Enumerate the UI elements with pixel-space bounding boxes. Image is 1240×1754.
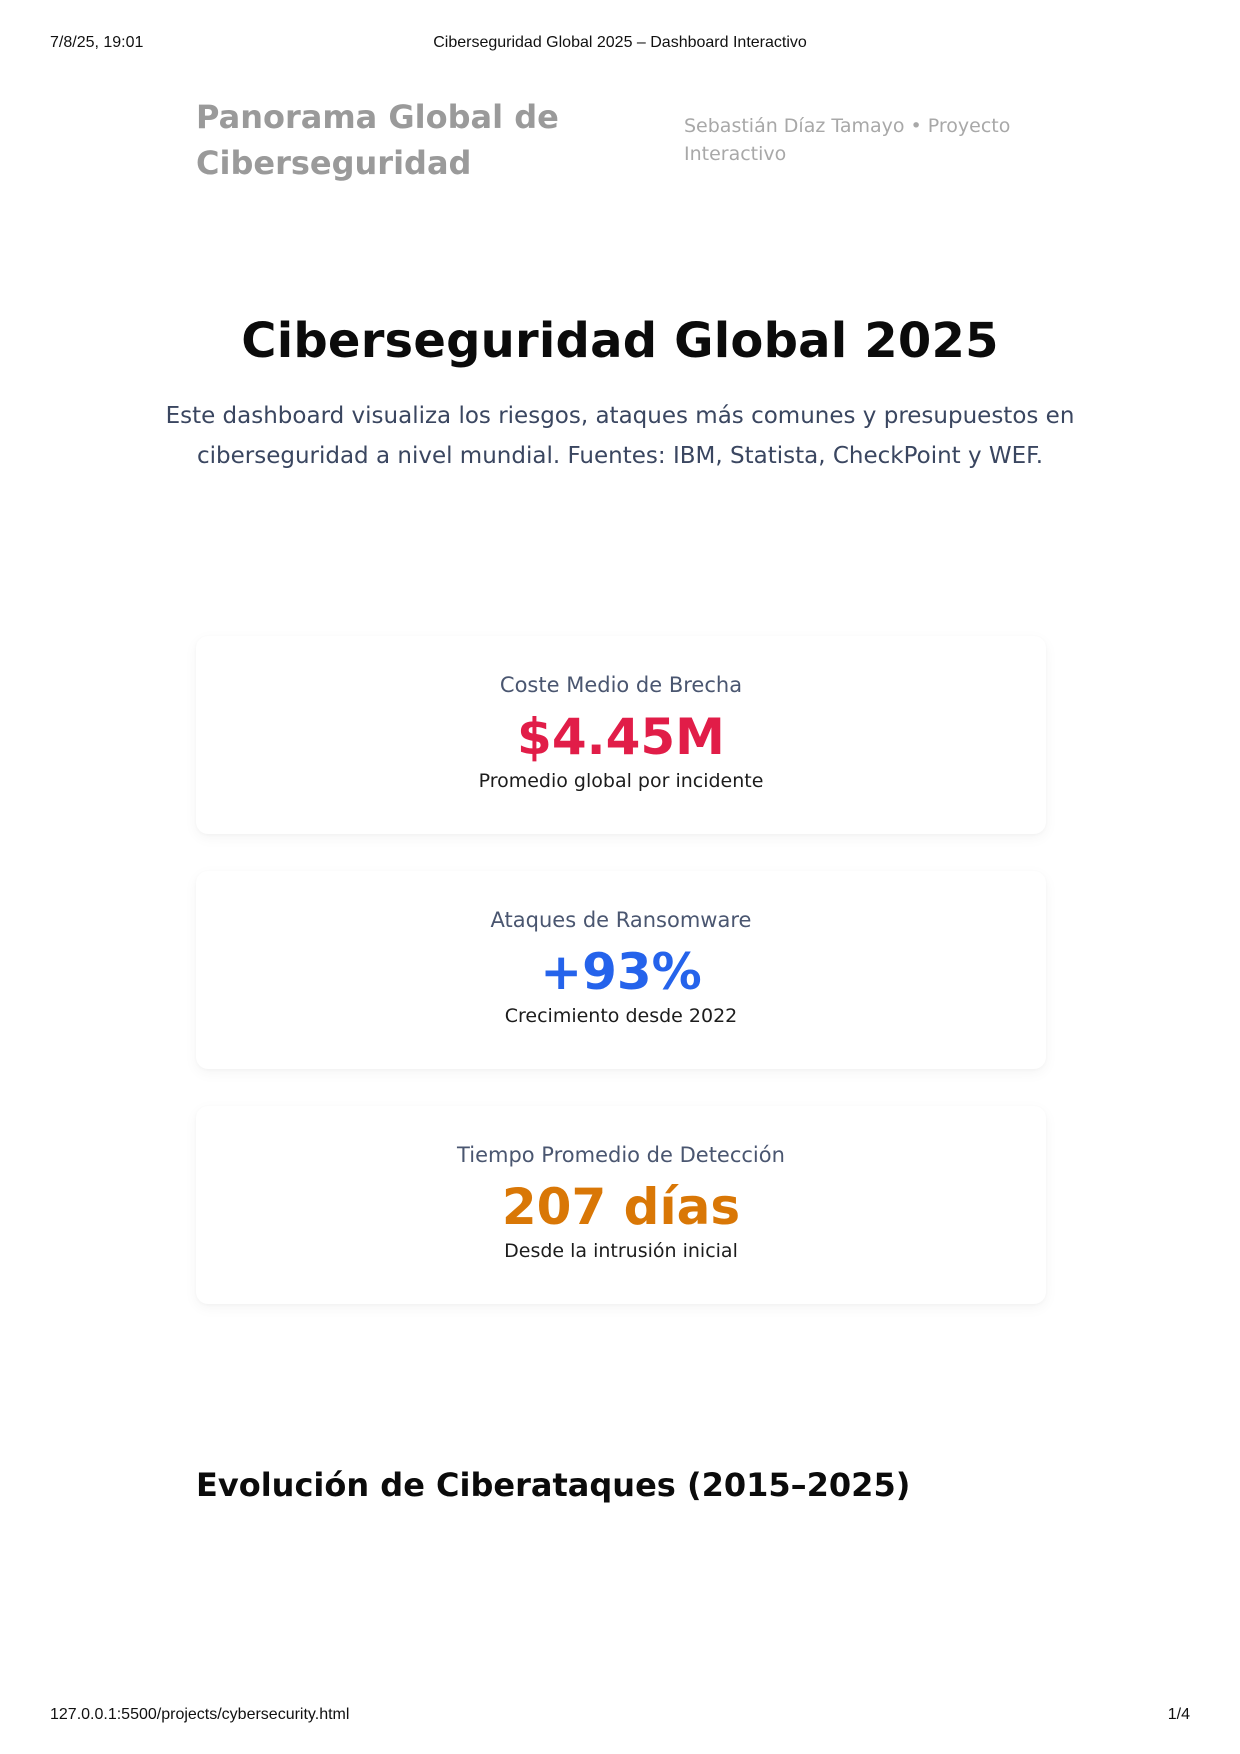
metric-label: Tiempo Promedio de Detección	[457, 1143, 785, 1167]
print-document-title: Ciberseguridad Global 2025 – Dashboard I…	[433, 34, 807, 51]
metric-value: 207 días	[501, 1178, 741, 1236]
metric-value: $4.45M	[517, 708, 725, 766]
metric-caption: Crecimiento desde 2022	[504, 1005, 738, 1027]
hero-section: Ciberseguridad Global 2025 Este dashboar…	[0, 308, 1240, 476]
print-footer: 127.0.0.1:5500/projects/cybersecurity.ht…	[0, 1706, 1240, 1726]
metric-caption: Promedio global por incidente	[478, 770, 764, 792]
metric-label: Coste Medio de Brecha	[499, 673, 743, 697]
metric-value: +93%	[540, 943, 702, 1001]
metrics-section: Coste Medio de Brecha $4.45M Promedio gl…	[196, 636, 1046, 1341]
metric-card-breach-cost: Coste Medio de Brecha $4.45M Promedio gl…	[196, 636, 1046, 834]
print-url: 127.0.0.1:5500/projects/cybersecurity.ht…	[50, 1706, 350, 1723]
section-title-evolution: Evolución de Ciberataques (2015–2025)	[196, 1466, 911, 1504]
site-nav: Panorama Global de Ciberseguridad Sebast…	[196, 94, 1046, 194]
metric-label: Ataques de Ransomware	[490, 908, 752, 932]
metric-card-detection-time: Tiempo Promedio de Detección 207 días De…	[196, 1106, 1046, 1304]
print-header: 7/8/25, 19:01 Ciberseguridad Global 2025…	[0, 34, 1240, 54]
author-credit: Sebastián Díaz Tamayo • Proyecto Interac…	[684, 115, 1011, 165]
hero-description: Este dashboard visualiza los riesgos, at…	[165, 403, 1075, 469]
print-page-number: 1/4	[1167, 1706, 1190, 1723]
metric-caption: Desde la intrusión inicial	[504, 1240, 738, 1262]
brand-title[interactable]: Panorama Global de Ciberseguridad	[196, 94, 616, 186]
metric-card-ransomware: Ataques de Ransomware +93% Crecimiento d…	[196, 871, 1046, 1069]
page-title: Ciberseguridad Global 2025	[241, 313, 999, 369]
